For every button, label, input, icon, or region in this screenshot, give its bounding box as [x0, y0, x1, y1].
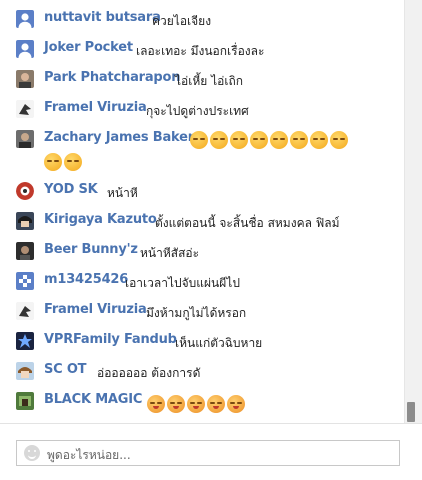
composer: พูดอะไรหน่อย...: [0, 423, 422, 480]
message-text: เห็นแก่ตัวฉิบหาย: [175, 336, 263, 350]
emoji-row: [190, 131, 348, 149]
default-user-avatar[interactable]: [16, 10, 34, 28]
chat-input[interactable]: พูดอะไรหน่อย...: [16, 440, 400, 466]
emoji-row: [44, 153, 82, 171]
photo-avatar[interactable]: [16, 130, 34, 148]
logo-avatar[interactable]: [16, 332, 34, 350]
chat-message: Park Phatcharapon ไอ่เหี้ย ไอ่เถิก: [16, 69, 396, 89]
smiley-icon[interactable]: [24, 445, 40, 461]
photo-avatar[interactable]: [16, 242, 34, 260]
unamused-emoji: [44, 153, 62, 171]
anime-avatar[interactable]: [16, 212, 34, 230]
pouting-emoji: [167, 395, 185, 413]
message-text: เอาเวลาไปจับแผ่นผีไป: [125, 276, 240, 290]
chat-message: BLACK MAGIC: [16, 391, 396, 415]
message-author[interactable]: SC OT: [44, 362, 87, 377]
message-author[interactable]: VPRFamily Fandub: [44, 332, 177, 347]
anime-avatar[interactable]: [16, 362, 34, 380]
chat-message: m13425426 เอาเวลาไปจับแผ่นผีไป: [16, 271, 396, 291]
pattern-avatar[interactable]: [16, 272, 34, 290]
default-user-avatar[interactable]: [16, 40, 34, 58]
pouting-emoji: [227, 395, 245, 413]
unamused-emoji: [330, 131, 348, 149]
message-author[interactable]: nuttavit butsara: [44, 10, 161, 25]
message-author[interactable]: BLACK MAGIC: [44, 392, 142, 407]
unamused-emoji: [190, 131, 208, 149]
chat-message: VPRFamily Fandub เห็นแก่ตัวฉิบหาย: [16, 331, 396, 351]
pouting-emoji: [207, 395, 225, 413]
message-text: ควยไอเจียง: [152, 14, 212, 28]
photo-avatar[interactable]: [16, 392, 34, 410]
message-text: มึงห้ามกูไม่ได้หรอก: [146, 306, 247, 320]
chat-message: SC OT อ่ออออออ ต้องการดั: [16, 361, 396, 381]
scrollbar-track[interactable]: [404, 0, 422, 423]
message-text: หน้าหีสัสอ่ะ: [140, 246, 200, 260]
message-author[interactable]: Kirigaya Kazuto: [44, 212, 157, 227]
unamused-emoji: [310, 131, 328, 149]
emoji-row: [147, 395, 245, 413]
logo-avatar[interactable]: [16, 182, 34, 200]
unamused-emoji: [64, 153, 82, 171]
message-text: เลอะเทอะ มึงนอกเรื่องละ: [136, 44, 265, 58]
bird-avatar[interactable]: [16, 302, 34, 320]
pouting-emoji: [147, 395, 165, 413]
pouting-emoji: [187, 395, 205, 413]
bird-avatar[interactable]: [16, 100, 34, 118]
unamused-emoji: [230, 131, 248, 149]
chat-message: Zachary James Baker: [16, 129, 396, 171]
message-author[interactable]: YOD SK: [44, 182, 98, 197]
message-author[interactable]: m13425426: [44, 272, 128, 287]
chat-message: Beer Bunny'z หน้าหีสัสอ่ะ: [16, 241, 396, 261]
unamused-emoji: [270, 131, 288, 149]
chat-input-placeholder: พูดอะไรหน่อย...: [47, 448, 131, 462]
chat-message: Kirigaya Kazuto ตั้งแต่ตอนนี้ จะสิ้นชื่อ…: [16, 211, 396, 231]
message-author[interactable]: Joker Pocket: [44, 40, 133, 55]
scrollbar-thumb[interactable]: [407, 402, 415, 422]
message-author[interactable]: Zachary James Baker: [44, 130, 194, 145]
chat-message: Joker Pocket เลอะเทอะ มึงนอกเรื่องละ: [16, 39, 396, 59]
message-text: กุจะไปดูต่างประเทศ: [146, 104, 249, 118]
chat-message: YOD SK หน้าหี: [16, 181, 396, 201]
message-text: ไอ่เหี้ย ไอ่เถิก: [175, 74, 243, 88]
unamused-emoji: [290, 131, 308, 149]
unamused-emoji: [250, 131, 268, 149]
message-author[interactable]: Framel Viruzia: [44, 100, 147, 115]
message-text: ตั้งแต่ตอนนี้ จะสิ้นชื่อ สหมงคล ฟิลม์: [155, 216, 340, 230]
message-text: อ่ออออออ ต้องการดั: [97, 366, 201, 380]
message-text: หน้าหี: [107, 186, 138, 200]
chat-panel: nuttavit butsara ควยไอเจียง Joker Pocket…: [0, 0, 422, 480]
unamused-emoji: [210, 131, 228, 149]
photo-avatar[interactable]: [16, 70, 34, 88]
message-author[interactable]: Framel Viruzia: [44, 302, 147, 317]
message-author[interactable]: Park Phatcharapon: [44, 70, 181, 85]
chat-message: Framel Viruzia มึงห้ามกูไม่ได้หรอก: [16, 301, 396, 321]
chat-message: Framel Viruzia กุจะไปดูต่างประเทศ: [16, 99, 396, 119]
message-author[interactable]: Beer Bunny'z: [44, 242, 138, 257]
message-list[interactable]: nuttavit butsara ควยไอเจียง Joker Pocket…: [0, 0, 404, 423]
chat-message: nuttavit butsara ควยไอเจียง: [16, 9, 396, 29]
